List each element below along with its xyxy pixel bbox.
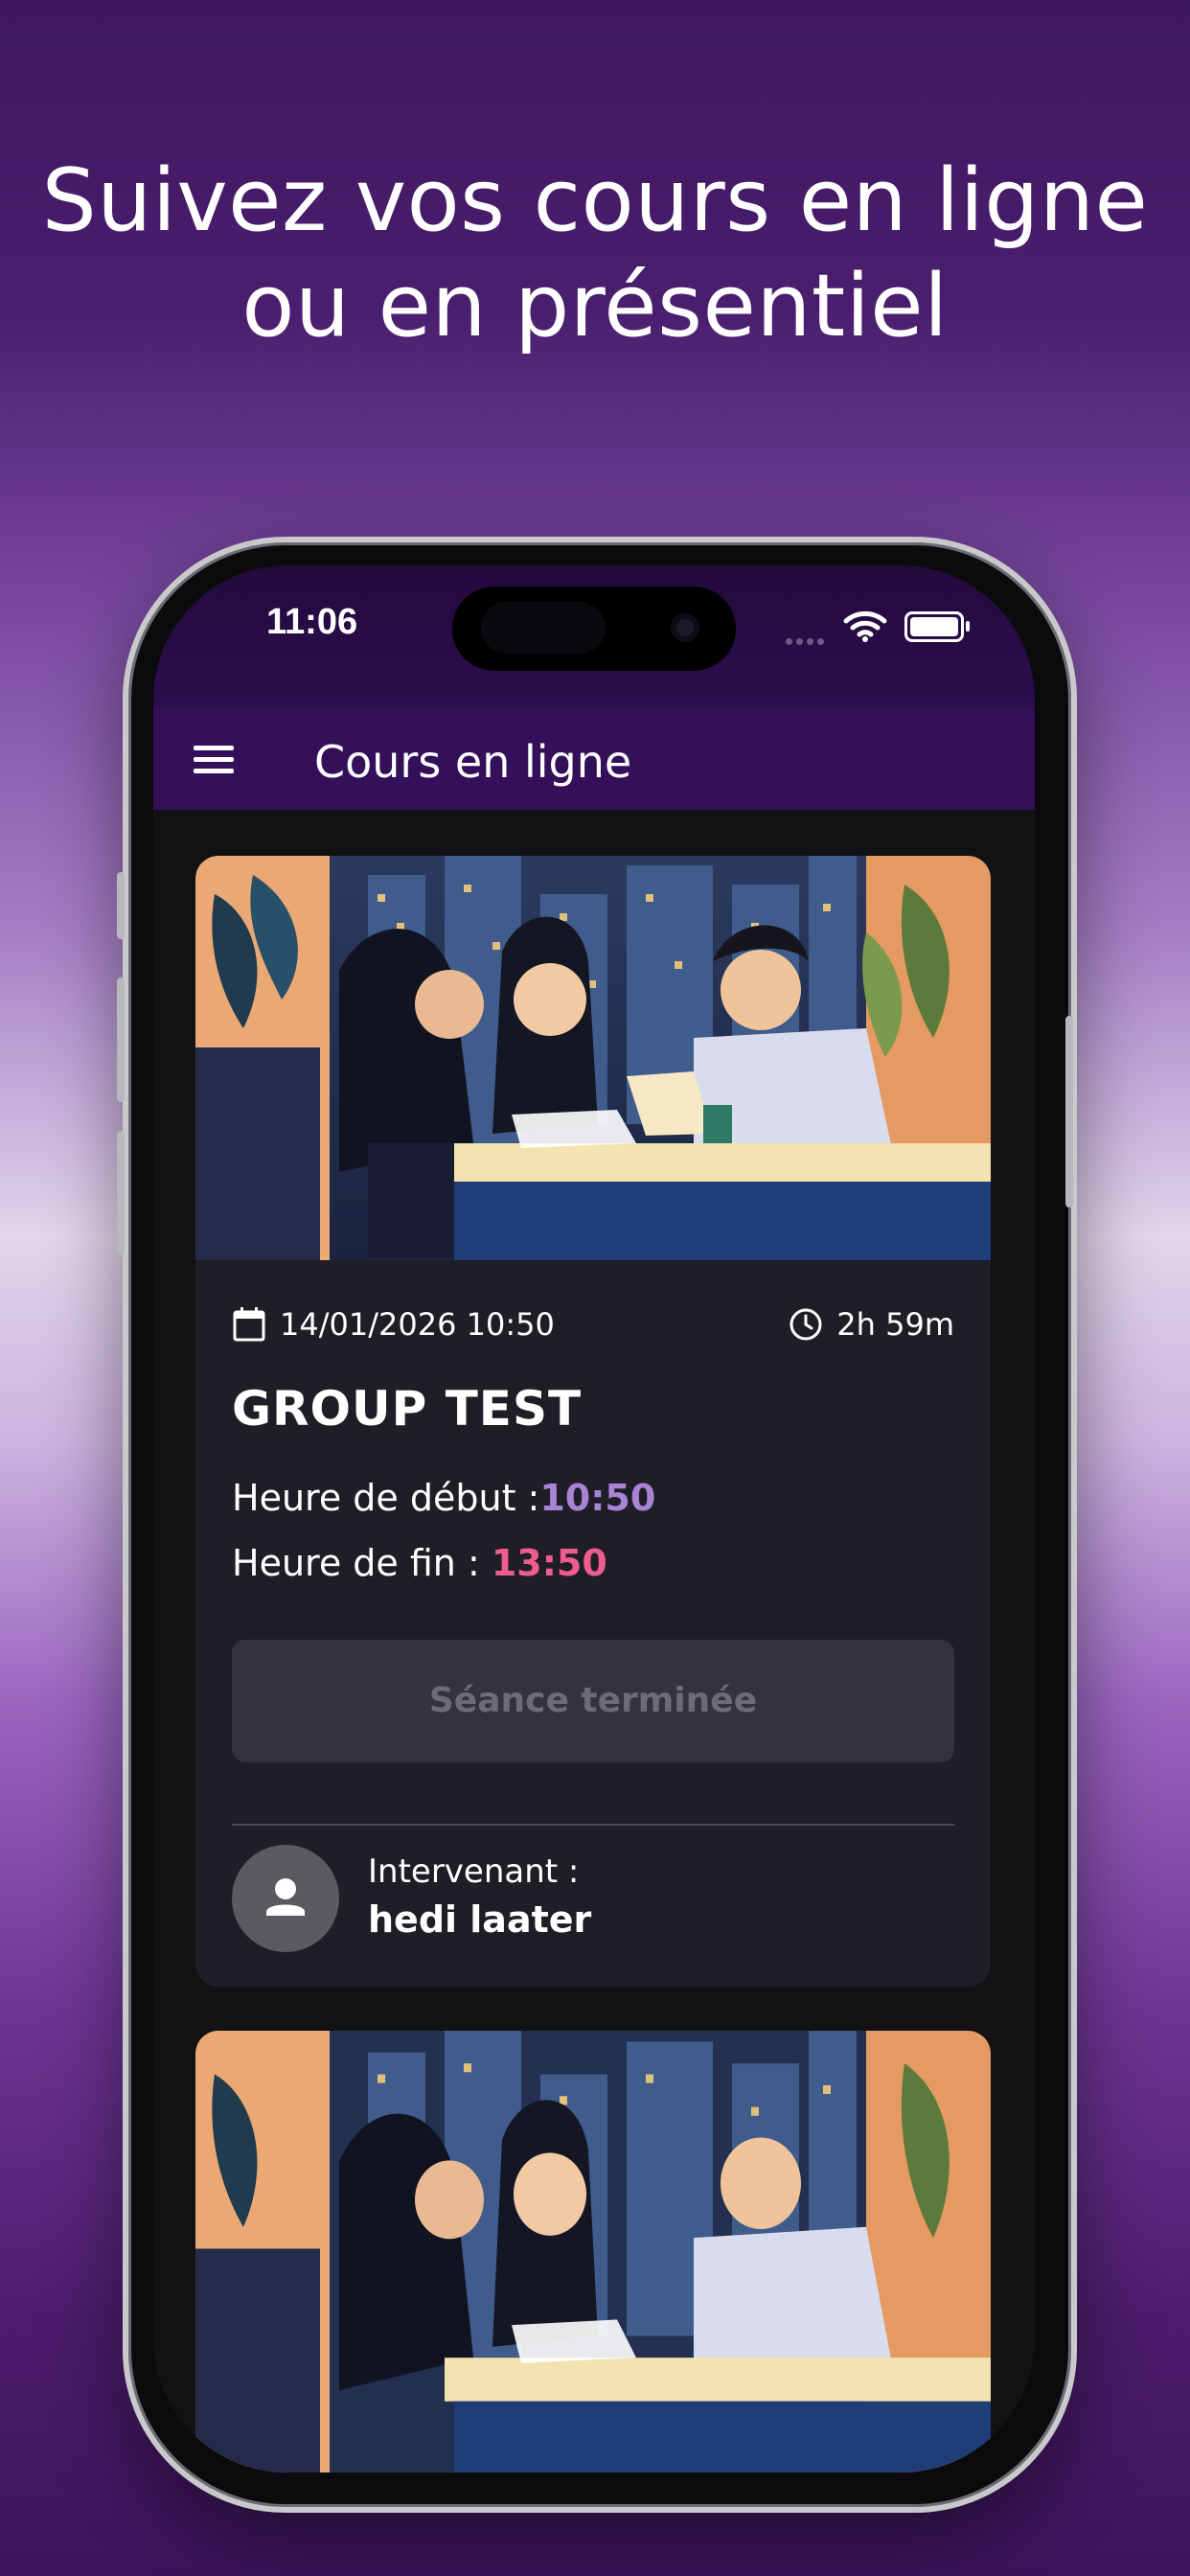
session-duration: 2h 59m xyxy=(836,1306,954,1343)
calendar-icon xyxy=(233,1307,265,1342)
phone-power-button xyxy=(1065,1016,1073,1208)
phone-volume-down xyxy=(117,1131,125,1255)
start-time-label: Heure de début : xyxy=(232,1477,540,1519)
session-title: GROUP TEST xyxy=(232,1381,583,1437)
battery-icon xyxy=(904,611,970,642)
promo-headline-line2: ou en présentiel xyxy=(241,256,949,356)
phone-side-button xyxy=(117,872,125,939)
card-divider xyxy=(232,1824,954,1826)
promo-headline: Suivez vos cours en ligne ou en présenti… xyxy=(0,149,1190,359)
dynamic-island xyxy=(452,586,736,671)
island-sensor xyxy=(481,602,606,654)
session-list[interactable]: 14/01/2026 10:50 2h 59m GROUP TEST Heure… xyxy=(153,810,1035,2472)
phone-screen: 11:06 Cours en ligne 14/01/2026 10:50 2h… xyxy=(153,565,1035,2472)
app-bar-title: Cours en ligne xyxy=(314,736,632,788)
start-time-row: Heure de début :10:50 xyxy=(232,1477,655,1519)
session-card[interactable]: 14/01/2026 10:50 2h 59m GROUP TEST Heure… xyxy=(195,856,991,1987)
cellular-icon xyxy=(786,631,828,649)
session-illustration xyxy=(195,856,991,1260)
person-icon xyxy=(266,1878,305,1916)
front-camera-icon xyxy=(671,613,699,642)
session-ended-button[interactable]: Séance terminée xyxy=(232,1640,954,1762)
session-date-group: 14/01/2026 10:50 xyxy=(232,1306,555,1343)
phone-volume-up xyxy=(117,978,125,1102)
end-time-value: 13:50 xyxy=(491,1542,607,1584)
clock-icon xyxy=(790,1308,822,1341)
promo-headline-line1: Suivez vos cours en ligne xyxy=(41,150,1149,251)
session-card[interactable] xyxy=(195,2031,991,2472)
app-bar: Cours en ligne xyxy=(153,709,1035,810)
speaker-label: Intervenant : xyxy=(368,1852,580,1891)
session-meta: 14/01/2026 10:50 2h 59m xyxy=(232,1306,954,1350)
start-time-value: 10:50 xyxy=(539,1477,656,1519)
end-time-label: Heure de fin : xyxy=(232,1542,492,1584)
end-time-row: Heure de fin : 13:50 xyxy=(232,1542,607,1584)
status-time: 11:06 xyxy=(266,602,358,642)
session-duration-group: 2h 59m xyxy=(789,1306,954,1343)
speaker-name: hedi laater xyxy=(368,1898,592,1941)
avatar xyxy=(232,1845,339,1952)
session-illustration xyxy=(195,2031,991,2472)
wifi-icon xyxy=(843,610,887,646)
hamburger-menu-icon[interactable] xyxy=(194,746,236,774)
session-date: 14/01/2026 10:50 xyxy=(280,1306,555,1343)
